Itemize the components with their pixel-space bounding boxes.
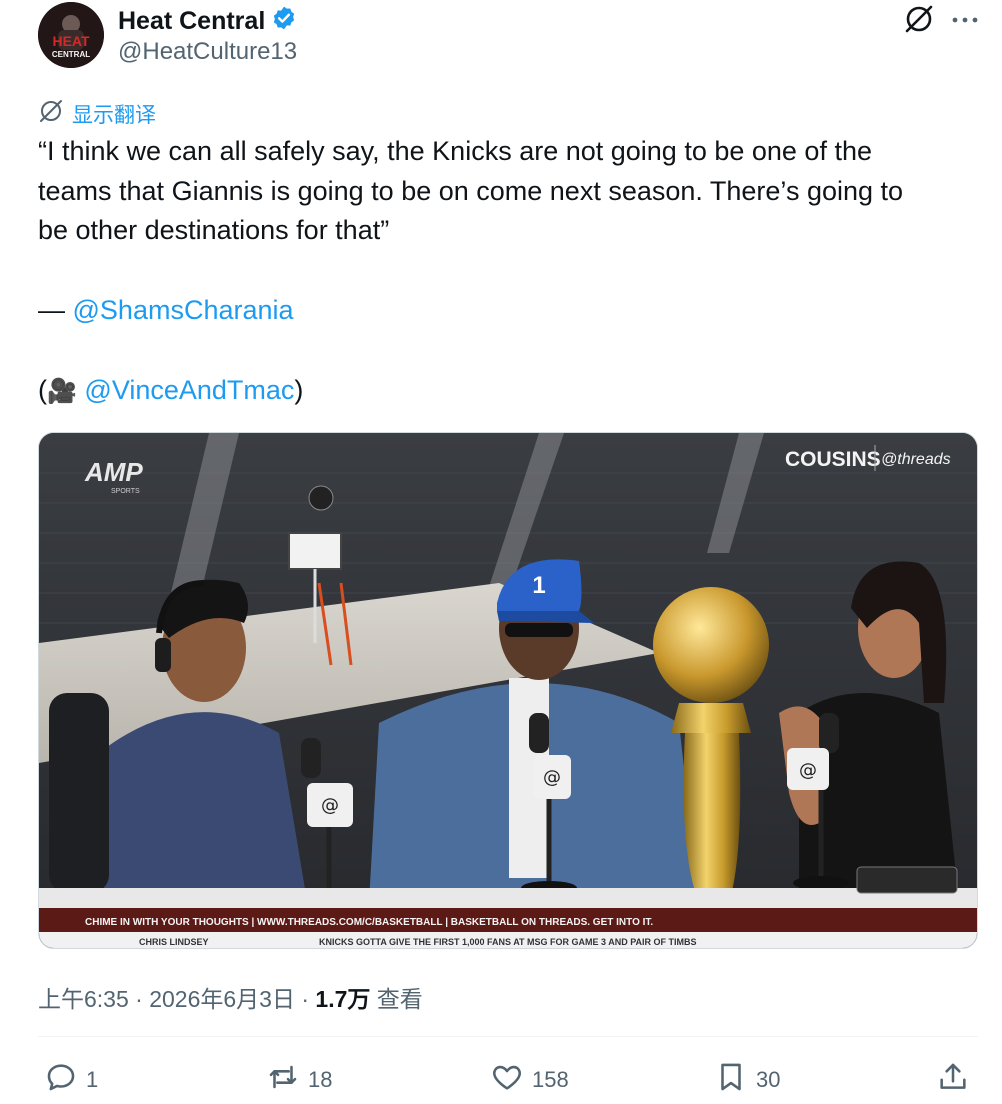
tweet-time[interactable]: 上午6:35 bbox=[38, 986, 129, 1012]
svg-text:@: @ bbox=[543, 767, 561, 788]
attribution-dash: — bbox=[38, 295, 73, 325]
paren-open: ( bbox=[38, 375, 47, 405]
share-button[interactable] bbox=[936, 1060, 970, 1100]
heart-icon bbox=[490, 1060, 524, 1100]
share-icon bbox=[936, 1060, 970, 1100]
mention-link[interactable]: @VinceAndTmac bbox=[84, 375, 294, 405]
tweet-text-line: be other destinations for that” bbox=[38, 215, 390, 245]
avatar-subtext: CENTRAL bbox=[52, 50, 90, 59]
repost-button[interactable]: 18 bbox=[266, 1060, 332, 1100]
tweet-date[interactable]: 2026年6月3日 bbox=[149, 986, 295, 1012]
cap-number: 1 bbox=[532, 572, 545, 599]
bookmark-button[interactable]: 30 bbox=[714, 1060, 780, 1100]
meta-separator: · bbox=[128, 986, 150, 1012]
repost-icon bbox=[266, 1060, 300, 1100]
reply-button[interactable]: 1 bbox=[44, 1060, 98, 1100]
ticker-name: CHRIS LINDSEY bbox=[139, 937, 209, 947]
reply-count: 1 bbox=[86, 1067, 99, 1092]
avatar[interactable]: HEAT CENTRAL bbox=[38, 2, 104, 68]
svg-text:@: @ bbox=[321, 795, 339, 816]
ticker-bottom: KNICKS GOTTA GIVE THE FIRST 1,000 FANS A… bbox=[319, 937, 697, 947]
verified-badge-icon bbox=[271, 5, 297, 38]
author-name-row[interactable]: Heat Central bbox=[118, 5, 297, 38]
views-label: 查看 bbox=[370, 986, 423, 1012]
avatar-text: HEAT bbox=[52, 33, 90, 49]
meta-separator: · bbox=[294, 986, 316, 1012]
like-count: 158 bbox=[532, 1067, 569, 1092]
svg-text:@: @ bbox=[799, 760, 817, 781]
author-handle[interactable]: @HeatCulture13 bbox=[118, 38, 297, 66]
display-name[interactable]: Heat Central bbox=[118, 7, 265, 36]
tweet-media-image[interactable]: AMP SPORTS COUSINS @threads 1 @ @ @ CHIM… bbox=[38, 432, 978, 949]
view-count: 1.7万 bbox=[315, 986, 371, 1012]
attribution-line: — @ShamsCharania bbox=[38, 291, 294, 329]
threads-logo: @threads bbox=[881, 451, 951, 468]
ticker-top: CHIME IN WITH YOUR THOUGHTS | WWW.THREAD… bbox=[85, 917, 653, 928]
amp-logo: AMP bbox=[84, 457, 143, 487]
tweet-text-line: “I think we can all safely say, the Knic… bbox=[38, 136, 872, 166]
bookmark-icon bbox=[714, 1060, 748, 1100]
repost-count: 18 bbox=[308, 1067, 333, 1092]
paren-close: ) bbox=[294, 375, 304, 405]
credit-line: (🎥 @VinceAndTmac) bbox=[38, 371, 303, 411]
tweet-meta: 上午6:35 · 2026年6月3日 · 1.7万 查看 bbox=[38, 980, 423, 1014]
grok-icon[interactable] bbox=[902, 4, 936, 34]
amp-logo-sub: SPORTS bbox=[111, 488, 140, 495]
translate-link[interactable]: 显示翻译 bbox=[38, 98, 156, 130]
like-button[interactable]: 158 bbox=[490, 1060, 569, 1100]
camera-icon: 🎥 bbox=[47, 378, 77, 405]
translate-icon bbox=[38, 98, 64, 130]
tweet-text-line: teams that Giannis is going to be on com… bbox=[38, 176, 904, 206]
cousins-logo: COUSINS bbox=[785, 448, 881, 471]
more-options-icon[interactable] bbox=[950, 8, 980, 32]
bookmark-count: 30 bbox=[756, 1067, 781, 1092]
mention-link[interactable]: @ShamsCharania bbox=[73, 295, 294, 325]
reply-icon bbox=[44, 1060, 78, 1100]
divider bbox=[38, 1036, 978, 1037]
translate-label[interactable]: 显示翻译 bbox=[72, 99, 156, 129]
